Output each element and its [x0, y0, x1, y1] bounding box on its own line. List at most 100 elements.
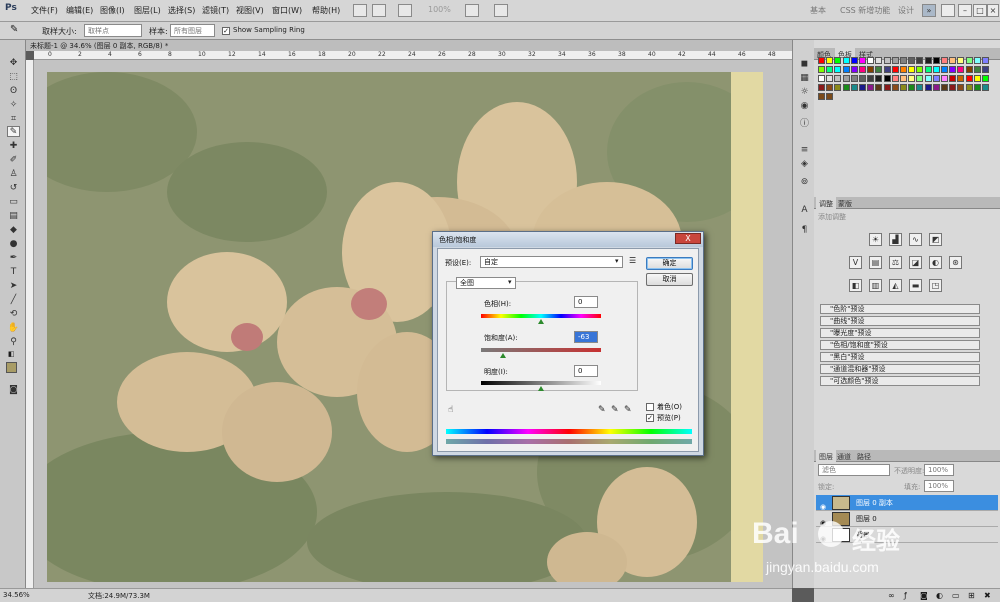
photo-filter-adjust-icon[interactable]: ◐ — [929, 256, 942, 269]
color-swatch[interactable] — [883, 75, 891, 82]
menu-filter[interactable]: 滤镜(T) — [202, 5, 229, 16]
pen-tool-icon[interactable]: ✒ — [7, 253, 20, 264]
color-swatch[interactable] — [949, 66, 957, 73]
color-swatch[interactable] — [834, 75, 842, 82]
marquee-tool-icon[interactable]: ⬚ — [7, 72, 20, 83]
menu-help[interactable]: 帮助(H) — [312, 5, 340, 16]
default-colors-icon[interactable]: ◧ — [8, 350, 15, 358]
colorize-checkbox[interactable] — [646, 403, 654, 411]
color-swatch[interactable] — [908, 75, 916, 82]
color-swatch[interactable] — [875, 66, 883, 73]
color-swatch[interactable] — [908, 66, 916, 73]
blend-mode-select[interactable]: 滤色 — [818, 464, 890, 476]
color-swatch[interactable] — [859, 84, 866, 91]
color-swatch[interactable] — [982, 84, 989, 91]
preset-options-icon[interactable]: ☰ — [629, 256, 636, 265]
color-swatch[interactable] — [867, 66, 875, 73]
color-swatch[interactable] — [973, 66, 981, 73]
paragraph-panel-icon[interactable]: ¶ — [798, 224, 811, 237]
color-swatch[interactable] — [826, 93, 834, 100]
color-swatch[interactable] — [924, 57, 932, 64]
saturation-slider-thumb[interactable] — [500, 353, 506, 358]
workspace-more-button[interactable]: » — [922, 4, 936, 17]
color-swatch[interactable] — [973, 75, 981, 82]
menu-layer[interactable]: 图层(L) — [134, 5, 161, 16]
color-swatch[interactable] — [941, 66, 948, 73]
preset-exposure[interactable]: "曝光度"预设 — [820, 328, 980, 338]
color-swatch[interactable] — [900, 84, 907, 91]
shape-tool-icon[interactable]: ╱ — [7, 295, 20, 306]
status-doc-size[interactable]: 文档:24.9M/73.3M — [88, 591, 150, 601]
preset-black-white[interactable]: "黑白"预设 — [820, 352, 980, 362]
workspace-design[interactable]: 设计 — [898, 5, 914, 16]
exposure-adjust-icon[interactable]: ◩ — [929, 233, 942, 246]
color-swatch[interactable] — [916, 66, 924, 73]
color-swatch[interactable] — [834, 84, 842, 91]
preset-curves[interactable]: "曲线"预设 — [820, 316, 980, 326]
channel-mixer-adjust-icon[interactable]: ⊛ — [949, 256, 962, 269]
cancel-button[interactable]: 取消 — [646, 273, 693, 286]
3d-rotate-tool-icon[interactable]: ⟲ — [7, 309, 20, 320]
color-swatch[interactable] — [900, 66, 907, 73]
color-swatch[interactable] — [826, 75, 834, 82]
color-swatch[interactable] — [842, 84, 850, 91]
tab-paths[interactable]: 路径 — [857, 452, 871, 462]
character-panel-icon[interactable]: A — [798, 204, 811, 217]
color-swatch[interactable] — [850, 84, 858, 91]
color-swatch[interactable] — [924, 75, 932, 82]
color-swatch[interactable] — [842, 75, 850, 82]
preset-channel-mixer[interactable]: "通道混和器"预设 — [820, 364, 980, 374]
hue-slider-thumb[interactable] — [538, 319, 544, 324]
color-swatch[interactable] — [916, 57, 924, 64]
color-swatch[interactable] — [982, 75, 989, 82]
color-swatch[interactable] — [957, 66, 965, 73]
arrange-docs-icon[interactable] — [398, 4, 412, 17]
tab-layers[interactable]: 图层 — [816, 450, 836, 462]
preset-levels[interactable]: "色阶"预设 — [820, 304, 980, 314]
color-swatch[interactable] — [818, 84, 825, 91]
color-swatch[interactable] — [957, 75, 965, 82]
crop-tool-icon[interactable]: ⌗ — [7, 114, 20, 125]
maximize-icon[interactable]: □ — [973, 4, 987, 17]
color-swatch[interactable] — [826, 57, 834, 64]
color-swatch[interactable] — [875, 75, 883, 82]
fill-field[interactable]: 100% — [924, 480, 954, 492]
color-swatch[interactable] — [818, 57, 825, 64]
color-swatch[interactable] — [949, 57, 957, 64]
color-swatch[interactable] — [908, 57, 916, 64]
preset-hue-sat[interactable]: "色相/饱和度"预设 — [820, 340, 980, 350]
swatches-panel-icon[interactable]: ▦ — [798, 72, 811, 85]
curves-adjust-icon[interactable]: ∿ — [909, 233, 922, 246]
ok-button[interactable]: 确定 — [646, 257, 693, 270]
lightness-slider-thumb[interactable] — [538, 386, 544, 391]
eyedropper-tool-icon[interactable]: ✎ — [7, 126, 20, 137]
color-swatch[interactable] — [908, 84, 916, 91]
type-tool-icon[interactable]: T — [7, 267, 20, 278]
dialog-close-button[interactable]: X — [675, 233, 701, 244]
channels-panel-icon[interactable]: ◈ — [798, 158, 811, 171]
threshold-adjust-icon[interactable]: ◭ — [889, 279, 902, 292]
tab-channels[interactable]: 通道 — [837, 452, 851, 462]
color-swatch[interactable] — [842, 57, 850, 64]
color-swatch[interactable] — [965, 75, 973, 82]
color-swatch[interactable] — [859, 57, 866, 64]
masks-panel-icon[interactable]: ◉ — [798, 100, 811, 113]
lasso-tool-icon[interactable]: ʘ — [7, 86, 20, 97]
gradient-map-adjust-icon[interactable]: ▬ — [909, 279, 922, 292]
color-swatch[interactable] — [916, 84, 924, 91]
color-swatch[interactable] — [891, 66, 899, 73]
hue-sat-adjust-icon[interactable]: ▤ — [869, 256, 882, 269]
color-swatch[interactable] — [867, 57, 875, 64]
color-swatch[interactable] — [826, 84, 834, 91]
hue-field[interactable]: 0 — [574, 296, 598, 308]
color-swatch[interactable] — [826, 66, 834, 73]
bridge-icon[interactable] — [353, 4, 367, 17]
gradient-tool-icon[interactable]: ▤ — [7, 211, 20, 222]
sample-select[interactable]: 所有图层 — [170, 24, 215, 37]
posterize-adjust-icon[interactable]: ▥ — [869, 279, 882, 292]
color-swatch[interactable] — [883, 66, 891, 73]
hand-tool-icon[interactable] — [465, 4, 479, 17]
menu-window[interactable]: 窗口(W) — [272, 5, 302, 16]
color-swatch[interactable] — [818, 66, 825, 73]
brush-tool-icon[interactable]: ✐ — [7, 155, 20, 166]
